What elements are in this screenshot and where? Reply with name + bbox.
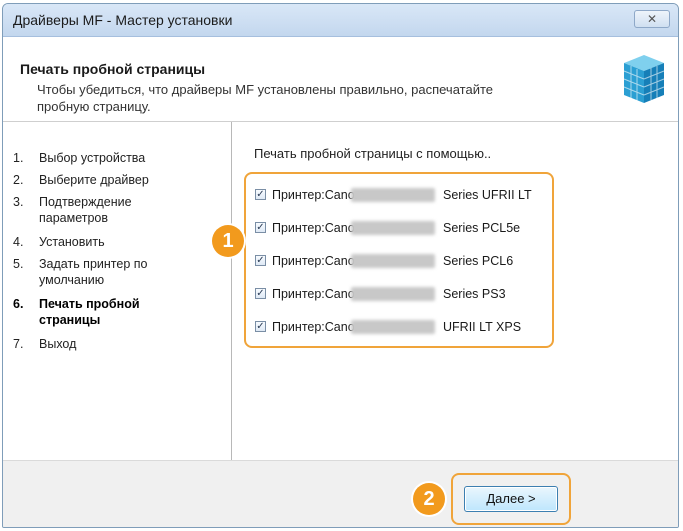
step-label: Подтверждение параметров [39, 195, 132, 225]
printer-option[interactable]: ✓ Принтер:Canon UFRII LT XPS [255, 317, 545, 337]
printer-checkbox[interactable]: ✓ [255, 288, 266, 299]
step-label: Выберите драйвер [39, 173, 149, 187]
printer-option[interactable]: ✓ Принтер:Canon Series PS3 [255, 284, 545, 304]
printer-option[interactable]: ✓ Принтер:Canon Series UFRII LT [255, 185, 545, 205]
checkmark-icon: ✓ [256, 189, 265, 200]
step-number: 2. [13, 173, 24, 187]
printer-name-prefix: Принтер:Canon [272, 188, 362, 202]
next-button[interactable]: Далее > [464, 486, 558, 512]
step-number: 7. [13, 337, 24, 351]
window-title: Драйверы MF - Мастер установки [13, 12, 233, 28]
checkmark-icon: ✓ [256, 255, 265, 266]
printer-name-suffix: UFRII LT XPS [443, 320, 522, 334]
checkmark-icon: ✓ [256, 288, 265, 299]
printer-name-prefix: Принтер:Canon [272, 287, 362, 301]
printer-checkbox[interactable]: ✓ [255, 222, 266, 233]
printer-option[interactable]: ✓ Принтер:Canon Series PCL6 [255, 251, 545, 271]
next-button-highlight: Далее > [451, 473, 571, 525]
title-bar: Драйверы MF - Мастер установки ✕ [3, 4, 678, 37]
printer-name-suffix: Series PCL5e [443, 221, 521, 235]
close-button[interactable]: ✕ [634, 10, 670, 28]
steps-sidebar: 1. Выбор устройства 2. Выберите драйвер … [3, 122, 232, 460]
step-number: 4. [13, 235, 24, 249]
printer-checkbox[interactable]: ✓ [255, 189, 266, 200]
content-panel: Печать пробной страницы с помощью.. ✓ Пр… [232, 122, 678, 460]
step-number: 3. [13, 195, 24, 209]
step-label: Печать пробной страницы [39, 297, 140, 327]
printer-name-prefix: Принтер:Canon [272, 320, 362, 334]
checkmark-icon: ✓ [256, 222, 265, 233]
installer-window: Драйверы MF - Мастер установки ✕ Печать … [2, 3, 679, 528]
redacted-model [351, 320, 435, 334]
printer-name-suffix: Series PCL6 [443, 254, 514, 268]
installer-box-icon [623, 55, 665, 103]
step-label: Выход [39, 337, 77, 351]
wizard-header: Печать пробной страницы Чтобы убедиться,… [3, 37, 678, 122]
step-number: 1. [13, 151, 24, 165]
step-label: Установить [39, 235, 105, 249]
step-label: Задать принтер по умолчанию [39, 257, 148, 287]
callout-badge-1: 1 [212, 225, 244, 257]
redacted-model [351, 188, 435, 202]
page-description: Чтобы убедиться, что драйверы MF установ… [37, 82, 493, 114]
step-number: 6. [13, 297, 24, 311]
wizard-footer: 2 Далее > [3, 460, 678, 527]
printer-name-suffix: Series PS3 [443, 287, 506, 301]
callout-badge-2: 2 [413, 483, 445, 515]
printer-name-prefix: Принтер:Canon [272, 221, 362, 235]
print-with-label: Печать пробной страницы с помощью.. [254, 146, 492, 161]
close-icon: ✕ [646, 12, 658, 26]
printer-list: ✓ Принтер:Canon Series UFRII LT ✓ Принте… [244, 172, 554, 348]
redacted-model [351, 221, 435, 235]
printer-option[interactable]: ✓ Принтер:Canon Series PCL5e [255, 218, 545, 238]
step-label: Выбор устройства [39, 151, 146, 165]
printer-name-suffix: Series UFRII LT [443, 188, 532, 202]
redacted-model [351, 254, 435, 268]
checkmark-icon: ✓ [256, 321, 265, 332]
page-title: Печать пробной страницы [20, 61, 206, 77]
redacted-model [351, 287, 435, 301]
printer-checkbox[interactable]: ✓ [255, 321, 266, 332]
printer-name-prefix: Принтер:Canon [272, 254, 362, 268]
printer-checkbox[interactable]: ✓ [255, 255, 266, 266]
step-number: 5. [13, 257, 24, 271]
